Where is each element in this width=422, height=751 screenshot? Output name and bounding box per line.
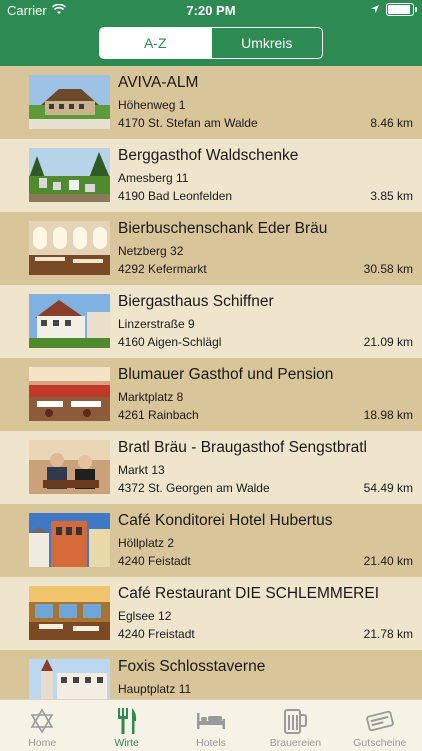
tab-bar: Home Wirte Hotels Brauereien Gutscheine bbox=[0, 699, 422, 751]
tab-home[interactable]: Home bbox=[0, 700, 84, 751]
list-item[interactable]: Café Restaurant DIE SCHLEMMEREI Eglsee 1… bbox=[0, 577, 422, 650]
restaurant-name: AVIVA-ALM bbox=[118, 74, 199, 91]
restaurant-name: Café Restaurant DIE SCHLEMMEREI bbox=[118, 585, 380, 602]
restaurant-photo bbox=[29, 221, 110, 275]
restaurant-street: Eglsee 12 bbox=[118, 609, 172, 623]
list-item[interactable]: Berggasthof Waldschenke Amesberg 11 4190… bbox=[0, 139, 422, 212]
tab-label: Home bbox=[28, 737, 57, 749]
restaurant-name: Bratl Bräu - Braugasthof Sengstbratl bbox=[118, 439, 367, 456]
restaurant-street: Marktplatz 8 bbox=[118, 390, 184, 404]
restaurant-photo bbox=[29, 586, 110, 640]
restaurant-street: Netzberg 32 bbox=[118, 244, 184, 258]
tab-label: Brauereien bbox=[269, 737, 322, 749]
restaurant-photo bbox=[29, 367, 110, 421]
voucher-icon bbox=[338, 706, 422, 736]
restaurant-distance: 18.98 km bbox=[363, 408, 413, 422]
restaurant-distance: 54.49 km bbox=[363, 481, 413, 495]
list-item[interactable]: Bierbuschenschank Eder Bräu Netzberg 32 … bbox=[0, 212, 422, 285]
tab-label: Hotels bbox=[196, 737, 226, 749]
restaurant-photo bbox=[29, 513, 110, 567]
restaurant-city: 4240 Freistadt bbox=[118, 627, 195, 641]
restaurant-photo bbox=[29, 148, 110, 202]
tab-label: Wirte bbox=[114, 737, 139, 749]
restaurant-city: 4170 St. Stefan am Walde bbox=[118, 116, 258, 130]
restaurant-distance: 21.09 km bbox=[363, 335, 413, 349]
wifi-icon bbox=[51, 3, 67, 18]
list-item[interactable]: Biergasthaus Schiffner Linzerstraße 9 41… bbox=[0, 285, 422, 358]
battery-level bbox=[388, 5, 410, 14]
tab-brauereien[interactable]: Brauereien bbox=[253, 700, 337, 751]
list-item[interactable]: Café Konditorei Hotel Hubertus Höllplatz… bbox=[0, 504, 422, 577]
status-bar: Carrier 7:20 PM bbox=[0, 0, 422, 20]
restaurant-street: Hauptplatz 11 bbox=[118, 682, 192, 696]
restaurant-distance: 3.85 km bbox=[370, 189, 413, 203]
restaurant-name: Biergasthaus Schiffner bbox=[118, 293, 274, 310]
restaurant-street: Amesberg 11 bbox=[118, 171, 189, 185]
tab-wirte[interactable]: Wirte bbox=[84, 700, 168, 751]
restaurant-photo bbox=[29, 440, 110, 494]
restaurant-name: Foxis Schlosstaverne bbox=[118, 658, 266, 675]
restaurant-street: Höllplatz 2 bbox=[118, 536, 175, 550]
restaurant-street: Markt 13 bbox=[118, 463, 165, 477]
sort-segmented-control: A-Z Umkreis bbox=[99, 27, 323, 59]
restaurant-city: 4372 St. Georgen am Walde bbox=[118, 481, 270, 495]
list-item[interactable]: Blumauer Gasthof und Pension Marktplatz … bbox=[0, 358, 422, 431]
restaurant-city: 4240 Feistadt bbox=[118, 554, 191, 568]
tab-hotels[interactable]: Hotels bbox=[169, 700, 253, 751]
nav-bar: A-Z Umkreis bbox=[0, 20, 422, 66]
restaurant-distance: 30.58 km bbox=[363, 262, 413, 276]
restaurant-street: Höhenweg 1 bbox=[118, 98, 186, 112]
segment-a-z[interactable]: A-Z bbox=[100, 28, 211, 58]
beer-mug-icon bbox=[253, 706, 337, 736]
star-of-david-icon bbox=[0, 706, 84, 736]
tab-gutscheine[interactable]: Gutscheine bbox=[338, 700, 422, 751]
location-arrow-icon bbox=[370, 2, 380, 17]
restaurant-city: 4261 Rainbach bbox=[118, 408, 199, 422]
restaurant-city: 4190 Bad Leonfelden bbox=[118, 189, 233, 203]
bed-icon bbox=[169, 706, 253, 736]
restaurant-photo bbox=[29, 75, 110, 129]
restaurant-name: Bierbuschenschank Eder Bräu bbox=[118, 220, 328, 237]
restaurant-distance: 21.40 km bbox=[363, 554, 413, 568]
restaurant-list[interactable]: AVIVA-ALM Höhenweg 1 4170 St. Stefan am … bbox=[0, 66, 422, 699]
restaurant-photo bbox=[29, 294, 110, 348]
restaurant-name: Café Konditorei Hotel Hubertus bbox=[118, 512, 333, 529]
segment-umkreis[interactable]: Umkreis bbox=[210, 28, 323, 58]
battery-icon bbox=[386, 3, 417, 16]
tab-label: Gutscheine bbox=[353, 737, 407, 749]
restaurant-photo bbox=[29, 659, 110, 699]
list-item[interactable]: AVIVA-ALM Höhenweg 1 4170 St. Stefan am … bbox=[0, 66, 422, 139]
restaurant-name: Blumauer Gasthof und Pension bbox=[118, 366, 334, 383]
status-icons bbox=[370, 2, 417, 17]
restaurant-distance: 21.78 km bbox=[363, 627, 413, 641]
fork-knife-icon bbox=[84, 706, 168, 736]
list-item[interactable]: Bratl Bräu - Braugasthof Sengstbratl Mar… bbox=[0, 431, 422, 504]
restaurant-distance: 8.46 km bbox=[370, 116, 413, 130]
restaurant-name: Berggasthof Waldschenke bbox=[118, 147, 299, 164]
restaurant-city: 4292 Kefermarkt bbox=[118, 262, 207, 276]
restaurant-street: Linzerstraße 9 bbox=[118, 317, 195, 331]
restaurant-city: 4160 Aigen-Schlägl bbox=[118, 335, 222, 349]
list-item[interactable]: Foxis Schlosstaverne Hauptplatz 11 bbox=[0, 650, 422, 699]
